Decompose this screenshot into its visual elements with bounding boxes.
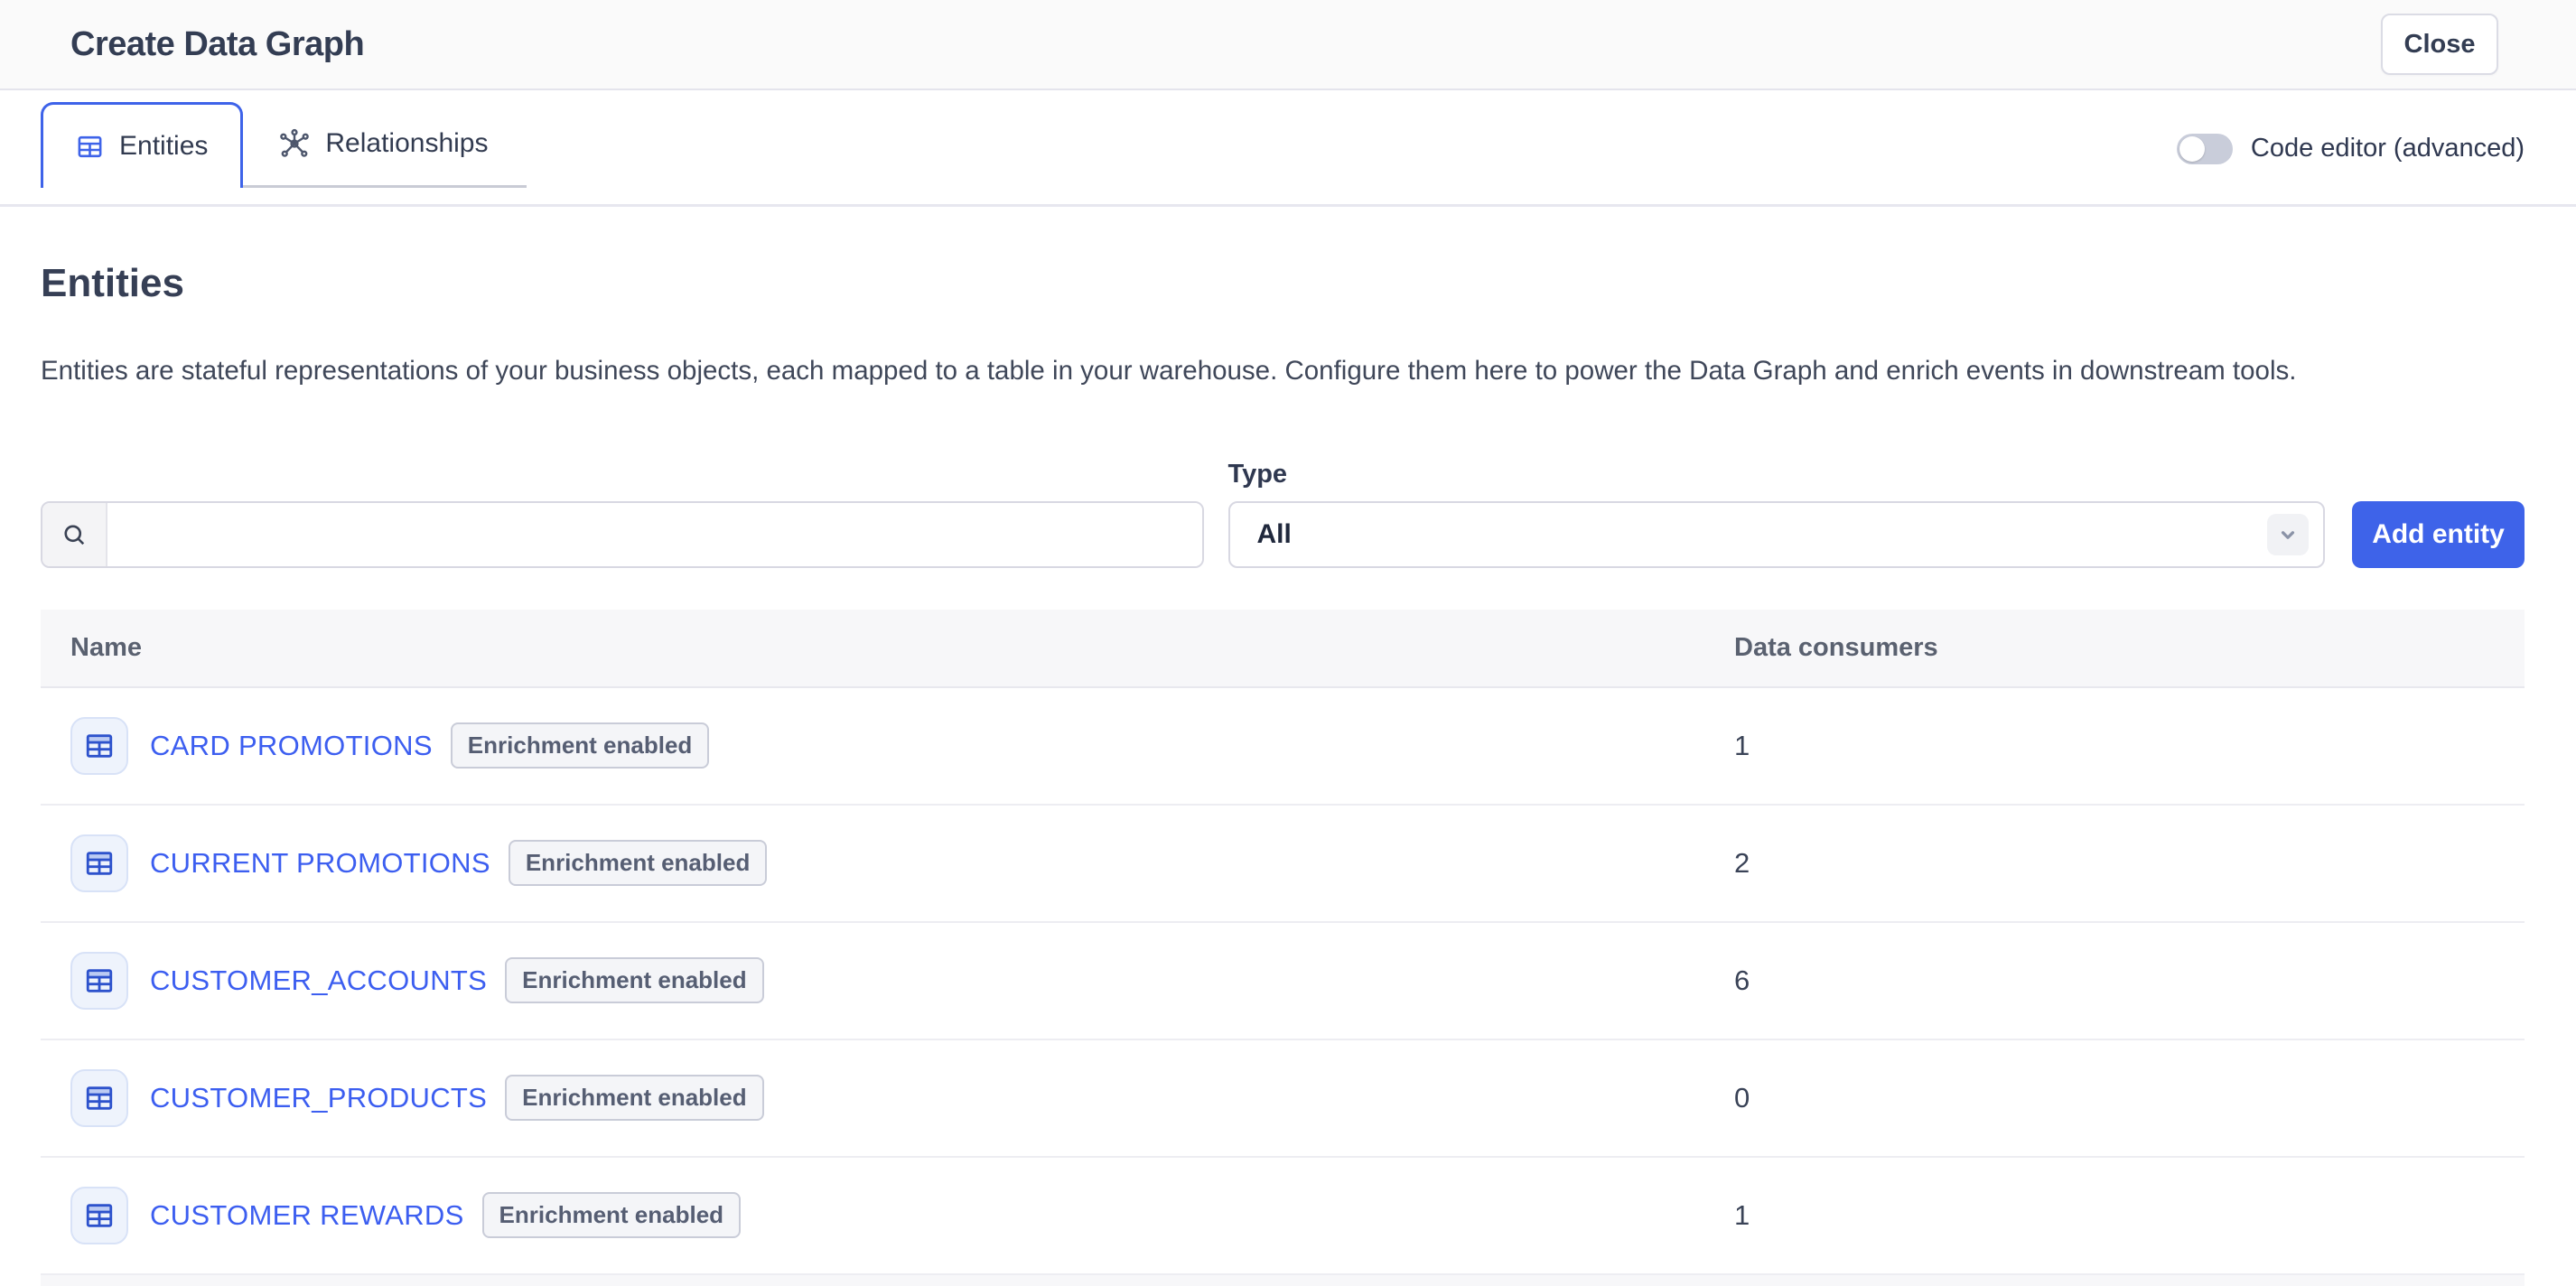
table-body: CARD PROMOTIONS Enrichment enabled 1 CUR…: [41, 688, 2525, 1275]
type-filter-group: Type All: [1228, 460, 2326, 568]
chevron-down-icon: [2267, 514, 2309, 555]
entities-panel: Entities Entities are stateful represent…: [0, 261, 2576, 1286]
table-footer: [41, 1275, 2525, 1286]
entity-name-link[interactable]: CUSTOMER_PRODUCTS: [150, 1082, 487, 1114]
tab-label: Relationships: [325, 128, 488, 159]
consumers-value: 6: [1734, 964, 2525, 997]
entity-table-icon: [70, 1187, 128, 1244]
enrichment-badge: Enrichment enabled: [505, 957, 764, 1003]
search-group: [41, 501, 1204, 568]
modal-header: Create Data Graph Close: [0, 0, 2576, 90]
consumers-value: 1: [1734, 1199, 2525, 1232]
code-editor-toggle-group: Code editor (advanced): [2177, 134, 2525, 164]
tab-entities[interactable]: Entities: [41, 102, 243, 188]
table-row: CUSTOMER REWARDS Enrichment enabled 1: [41, 1158, 2525, 1275]
entity-name-link[interactable]: CUSTOMER_ACCOUNTS: [150, 964, 487, 997]
entity-name-link[interactable]: CURRENT PROMOTIONS: [150, 847, 490, 880]
add-entity-button[interactable]: Add entity: [2352, 501, 2525, 568]
search-input[interactable]: [107, 503, 1202, 566]
table-row: CUSTOMER_ACCOUNTS Enrichment enabled 6: [41, 923, 2525, 1040]
enrichment-badge: Enrichment enabled: [482, 1192, 742, 1238]
type-select[interactable]: All: [1228, 501, 2326, 568]
table-row: CARD PROMOTIONS Enrichment enabled 1: [41, 688, 2525, 806]
entity-table-icon: [70, 952, 128, 1010]
section-description: Entities are stateful representations of…: [41, 353, 2525, 390]
entity-name-cell: CUSTOMER REWARDS Enrichment enabled: [41, 1187, 1734, 1244]
network-icon: [279, 128, 310, 159]
toggle-knob: [2179, 136, 2205, 162]
entity-name-cell: CUSTOMER_ACCOUNTS Enrichment enabled: [41, 952, 1734, 1010]
enrichment-badge: Enrichment enabled: [451, 722, 710, 769]
entity-table-icon: [70, 717, 128, 775]
table-icon: [76, 133, 104, 161]
close-button[interactable]: Close: [2381, 14, 2498, 75]
table-row: CURRENT PROMOTIONS Enrichment enabled 2: [41, 806, 2525, 923]
enrichment-badge: Enrichment enabled: [505, 1075, 764, 1121]
entity-name-cell: CARD PROMOTIONS Enrichment enabled: [41, 717, 1734, 775]
type-label: Type: [1228, 460, 2326, 489]
search-icon-box: [42, 503, 107, 566]
table-header: Name Data consumers: [41, 610, 2525, 688]
tab-label: Entities: [119, 131, 208, 162]
code-editor-toggle-label: Code editor (advanced): [2251, 134, 2525, 163]
entity-table-icon: [70, 1069, 128, 1127]
section-title: Entities: [41, 261, 2525, 306]
column-header-name: Name: [41, 633, 1734, 663]
entity-name-link[interactable]: CUSTOMER REWARDS: [150, 1199, 464, 1232]
consumers-value: 0: [1734, 1082, 2525, 1114]
entity-name-cell: CURRENT PROMOTIONS Enrichment enabled: [41, 834, 1734, 892]
code-editor-toggle[interactable]: [2177, 134, 2233, 164]
search-icon: [61, 521, 88, 548]
tab-bar: Entities Relationships: [0, 90, 2576, 207]
enrichment-badge: Enrichment enabled: [509, 840, 768, 886]
type-select-value: All: [1257, 519, 1292, 550]
entity-name-link[interactable]: CARD PROMOTIONS: [150, 730, 433, 762]
page-title: Create Data Graph: [70, 25, 364, 64]
column-header-consumers: Data consumers: [1734, 633, 2525, 663]
entities-table: Name Data consumers CARD PROMOTIONS Enri…: [41, 610, 2525, 1286]
entity-name-cell: CUSTOMER_PRODUCTS Enrichment enabled: [41, 1069, 1734, 1127]
consumers-value: 1: [1734, 730, 2525, 762]
entity-table-icon: [70, 834, 128, 892]
tab-relationships[interactable]: Relationships: [243, 102, 526, 188]
filter-row: Type All Add entity: [41, 460, 2525, 568]
consumers-value: 2: [1734, 847, 2525, 880]
table-row: CUSTOMER_PRODUCTS Enrichment enabled 0: [41, 1040, 2525, 1158]
